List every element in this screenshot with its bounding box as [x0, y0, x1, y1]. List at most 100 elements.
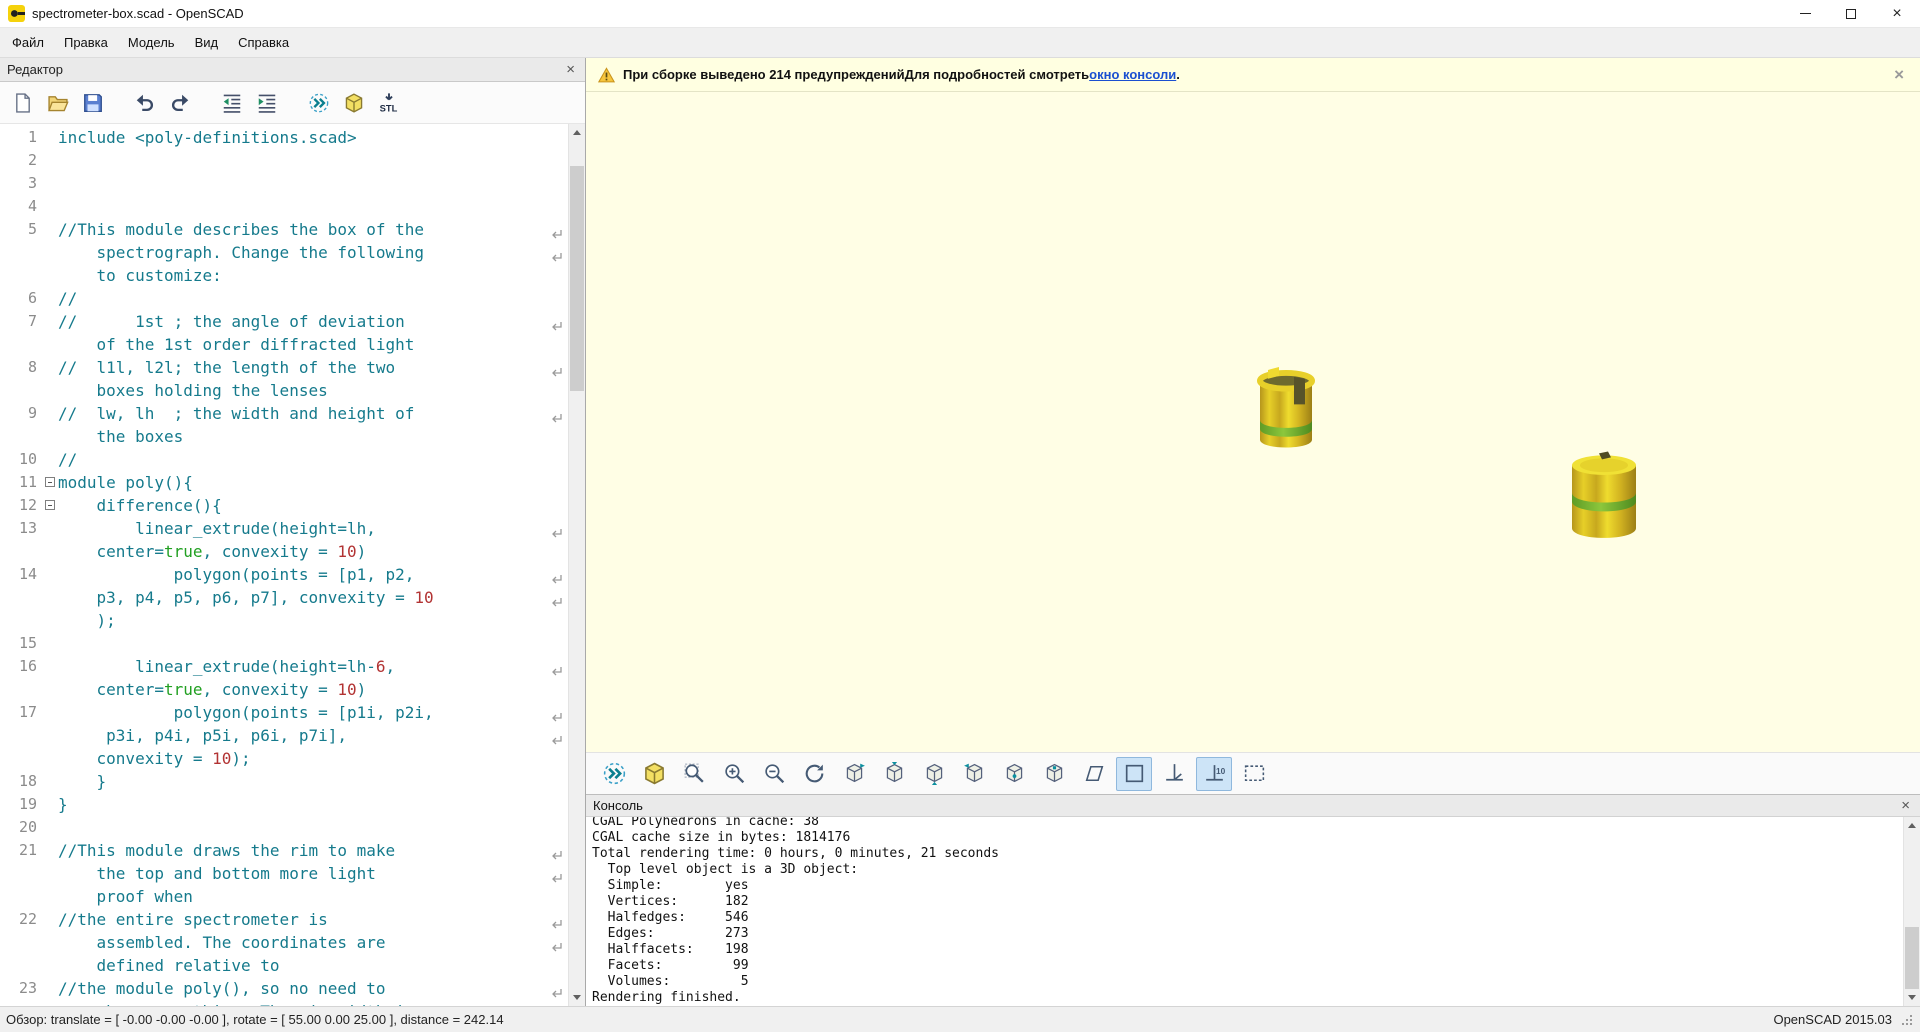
- banner-close-button[interactable]: ×: [1890, 66, 1908, 83]
- fold-margin: [44, 701, 58, 724]
- console-window-link[interactable]: окно консоли: [1089, 67, 1176, 82]
- view-all-icon: [1242, 761, 1267, 786]
- code-line: 10//: [0, 448, 568, 471]
- status-view-info: Обзор: translate = [ -0.00 -0.00 -0.00 ]…: [6, 1012, 504, 1027]
- fold-margin: [44, 954, 58, 977]
- code-line: 4: [0, 195, 568, 218]
- line-number: 20: [0, 816, 44, 839]
- line-number: 7: [0, 310, 44, 333]
- menu-file[interactable]: Файл: [2, 29, 54, 56]
- view-right-button[interactable]: [836, 757, 872, 791]
- view-all-button[interactable]: [1236, 757, 1272, 791]
- code-line: 6//: [0, 287, 568, 310]
- menu-view[interactable]: Вид: [185, 29, 229, 56]
- code-line: 9// lw, lh ; the width and height of: [0, 402, 568, 425]
- zoom-out-button[interactable]: [756, 757, 792, 791]
- undo-button[interactable]: [130, 88, 160, 118]
- console-scrollbar[interactable]: [1903, 817, 1920, 1006]
- fold-collapse-icon[interactable]: [45, 500, 55, 510]
- show-axes-button[interactable]: [1156, 757, 1192, 791]
- editor-scrollbar[interactable]: [568, 124, 585, 1006]
- minimize-icon: [1800, 13, 1811, 14]
- openscad-logo-icon: [8, 5, 25, 22]
- redo-button[interactable]: [165, 88, 195, 118]
- export-stl-button[interactable]: STL: [374, 88, 404, 118]
- fold-margin: [44, 172, 58, 195]
- console-scroll-up-icon[interactable]: [1904, 817, 1920, 834]
- code-line: 15: [0, 632, 568, 655]
- menu-design[interactable]: Модель: [118, 29, 185, 56]
- line-number: 11: [0, 471, 44, 494]
- maximize-button[interactable]: [1828, 0, 1874, 27]
- fold-collapse-icon[interactable]: [45, 477, 55, 487]
- new-file-button[interactable]: [8, 88, 38, 118]
- model-object-left: [1260, 367, 1312, 448]
- maximize-icon: [1846, 9, 1856, 19]
- orthogonal-icon: [1122, 761, 1147, 786]
- zoom-out-icon: [762, 761, 787, 786]
- preview-button[interactable]: [304, 88, 334, 118]
- open-file-icon: [47, 92, 69, 114]
- open-file-button[interactable]: [43, 88, 73, 118]
- svg-text:10: 10: [1216, 766, 1226, 776]
- line-number: 15: [0, 632, 44, 655]
- preview-button[interactable]: [596, 757, 632, 791]
- zoom-all-button[interactable]: [676, 757, 712, 791]
- zoom-in-button[interactable]: [716, 757, 752, 791]
- code-area[interactable]: 1include <poly-definitions.scad>2345//Th…: [0, 124, 568, 1006]
- fold-margin: [44, 609, 58, 632]
- editor-scrollbar-thumb[interactable]: [570, 166, 584, 391]
- menu-edit[interactable]: Правка: [54, 29, 118, 56]
- view-front-button[interactable]: [996, 757, 1032, 791]
- line-number: [0, 724, 44, 747]
- console-scrollbar-thumb[interactable]: [1905, 927, 1919, 989]
- perspective-button[interactable]: [1076, 757, 1112, 791]
- fold-margin: [44, 517, 58, 540]
- fold-margin: [44, 931, 58, 954]
- title-bar: spectrometer-box.scad - OpenSCAD ×: [0, 0, 1920, 28]
- render-button[interactable]: [339, 88, 369, 118]
- view-left-button[interactable]: [956, 757, 992, 791]
- editor-close-button[interactable]: ×: [563, 62, 578, 77]
- code-line: 12 difference(){: [0, 494, 568, 517]
- export-stl-icon: STL: [378, 92, 400, 114]
- reset-view-button[interactable]: [796, 757, 832, 791]
- code-line: the top and bottom more light: [0, 862, 568, 885]
- fold-margin: [44, 126, 58, 149]
- code-line: convexity = 10);: [0, 747, 568, 770]
- menu-help[interactable]: Справка: [228, 29, 299, 56]
- minimize-button[interactable]: [1782, 0, 1828, 27]
- orthogonal-button[interactable]: [1116, 757, 1152, 791]
- line-number: [0, 425, 44, 448]
- console-close-button[interactable]: ×: [1898, 798, 1913, 813]
- scroll-down-icon[interactable]: [569, 989, 585, 1006]
- line-number: 6: [0, 287, 44, 310]
- zoom-all-icon: [682, 761, 707, 786]
- unindent-button[interactable]: [217, 88, 247, 118]
- render-button[interactable]: [636, 757, 672, 791]
- view-top-button[interactable]: [876, 757, 912, 791]
- view-bottom-icon: [922, 761, 947, 786]
- indent-button[interactable]: [252, 88, 282, 118]
- line-number: 10: [0, 448, 44, 471]
- line-number: 1: [0, 126, 44, 149]
- fold-margin: [44, 862, 58, 885]
- console-scroll-down-icon[interactable]: [1904, 989, 1920, 1006]
- 3d-viewport[interactable]: [586, 92, 1920, 752]
- resize-grip[interactable]: [1900, 1013, 1914, 1027]
- code-line: );: [0, 609, 568, 632]
- scroll-up-icon[interactable]: [569, 124, 585, 141]
- view-back-button[interactable]: [1036, 757, 1072, 791]
- code-line: 14 polygon(points = [p1, p2,: [0, 563, 568, 586]
- close-button[interactable]: ×: [1874, 0, 1920, 27]
- view-bottom-button[interactable]: [916, 757, 952, 791]
- code-line: 13 linear_extrude(height=lh,: [0, 517, 568, 540]
- line-number: [0, 862, 44, 885]
- view-back-icon: [1042, 761, 1067, 786]
- save-file-button[interactable]: [78, 88, 108, 118]
- reset-view-icon: [802, 761, 827, 786]
- show-scale-markers-button[interactable]: 10: [1196, 757, 1232, 791]
- code-line: 21//This module draws the rim to make: [0, 839, 568, 862]
- render-icon: [343, 92, 365, 114]
- fold-margin: [44, 149, 58, 172]
